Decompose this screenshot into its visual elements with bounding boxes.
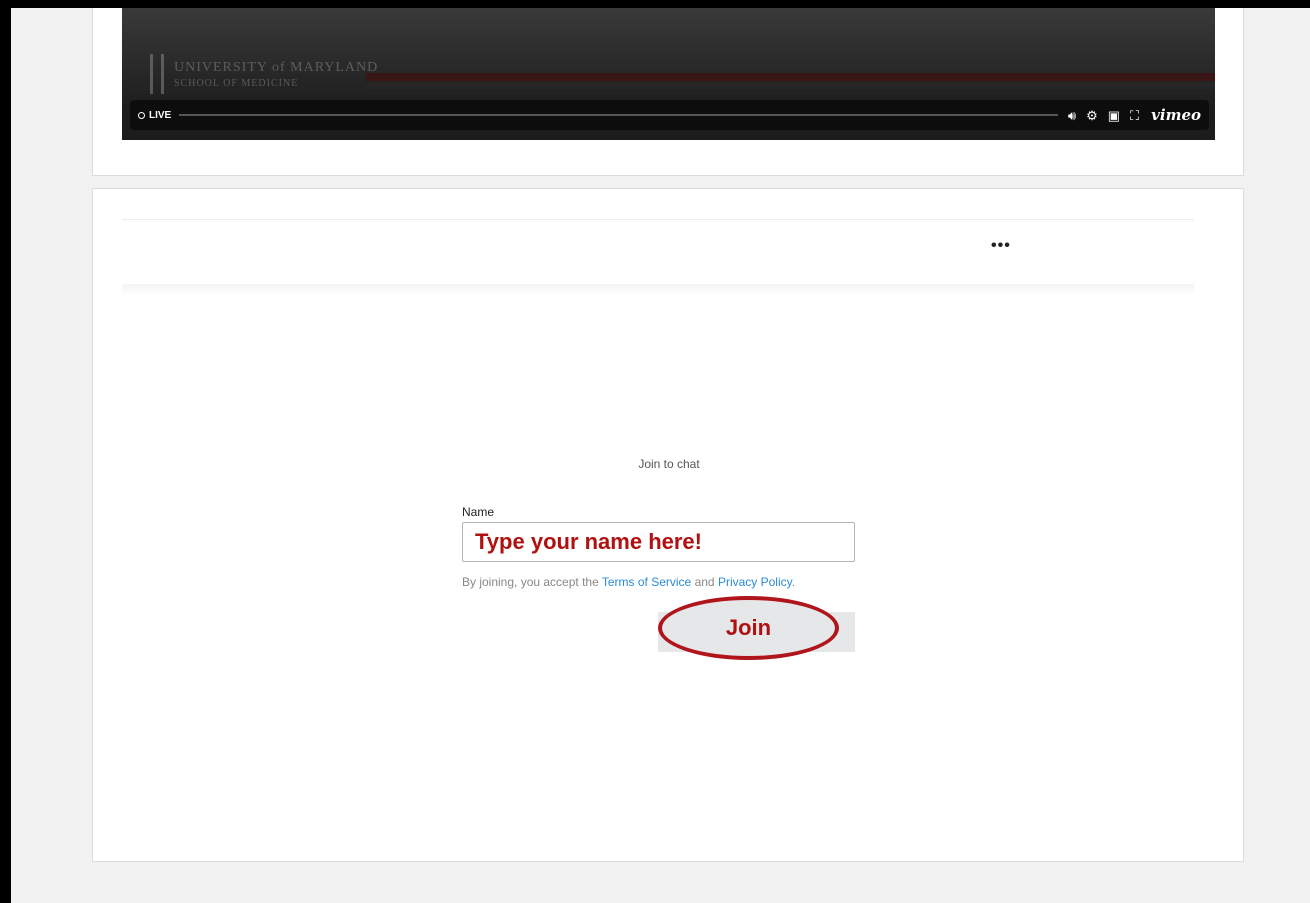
join-title: Join to chat	[638, 457, 700, 471]
terms-prefix: By joining, you accept the	[462, 575, 602, 589]
live-indicator: LIVE	[138, 110, 171, 121]
settings-icon[interactable]: ⚙	[1086, 109, 1098, 122]
logo-line2: SCHOOL OF MEDICINE	[174, 78, 299, 89]
progress-bar[interactable]	[179, 114, 1058, 116]
vimeo-logo[interactable]: vimeo	[1151, 106, 1201, 124]
name-label: Name	[462, 505, 495, 519]
name-input[interactable]	[462, 522, 855, 562]
logo-line1: UNIVERSITY of MARYLAND	[174, 60, 379, 75]
banner-stripe-red	[366, 73, 1215, 81]
logo-pillar-icon	[150, 54, 164, 94]
live-label: LIVE	[149, 109, 172, 121]
chat-header-shadow	[122, 284, 1194, 296]
video-card: UNIVERSITY of MARYLAND SCHOOL OF MEDICIN…	[92, 8, 1244, 176]
volume-icon[interactable]: 🔊︎	[1068, 109, 1076, 122]
chat-card: ••• Join to chat Name By joining, you ac…	[92, 188, 1244, 862]
chat-header-divider	[122, 219, 1194, 220]
terms-text: By joining, you accept the Terms of Serv…	[462, 575, 855, 589]
terms-suffix: .	[791, 575, 796, 589]
fullscreen-icon[interactable]: ⛶	[1130, 109, 1139, 122]
live-dot-icon	[138, 111, 145, 119]
video-player[interactable]: UNIVERSITY of MARYLAND SCHOOL OF MEDICIN…	[122, 8, 1215, 140]
pip-icon[interactable]: ▣	[1108, 109, 1120, 122]
page-viewport: UNIVERSITY of MARYLAND SCHOOL OF MEDICIN…	[11, 8, 1310, 903]
control-icons: 🔊︎ ⚙ ▣ ⛶ vimeo	[1068, 106, 1201, 124]
terms-and: and	[691, 575, 718, 589]
university-logo: UNIVERSITY of MARYLAND SCHOOL OF MEDICIN…	[146, 50, 379, 100]
banner-stripe-gray	[366, 83, 1215, 89]
more-options-icon[interactable]: •••	[991, 237, 1011, 255]
terms-of-service-link[interactable]: Terms of Service	[602, 575, 691, 589]
player-controls: LIVE 🔊︎ ⚙ ▣ ⛶ vimeo	[130, 100, 1209, 130]
privacy-policy-link[interactable]: Privacy Policy	[718, 575, 792, 589]
join-button[interactable]: Join	[658, 596, 839, 660]
